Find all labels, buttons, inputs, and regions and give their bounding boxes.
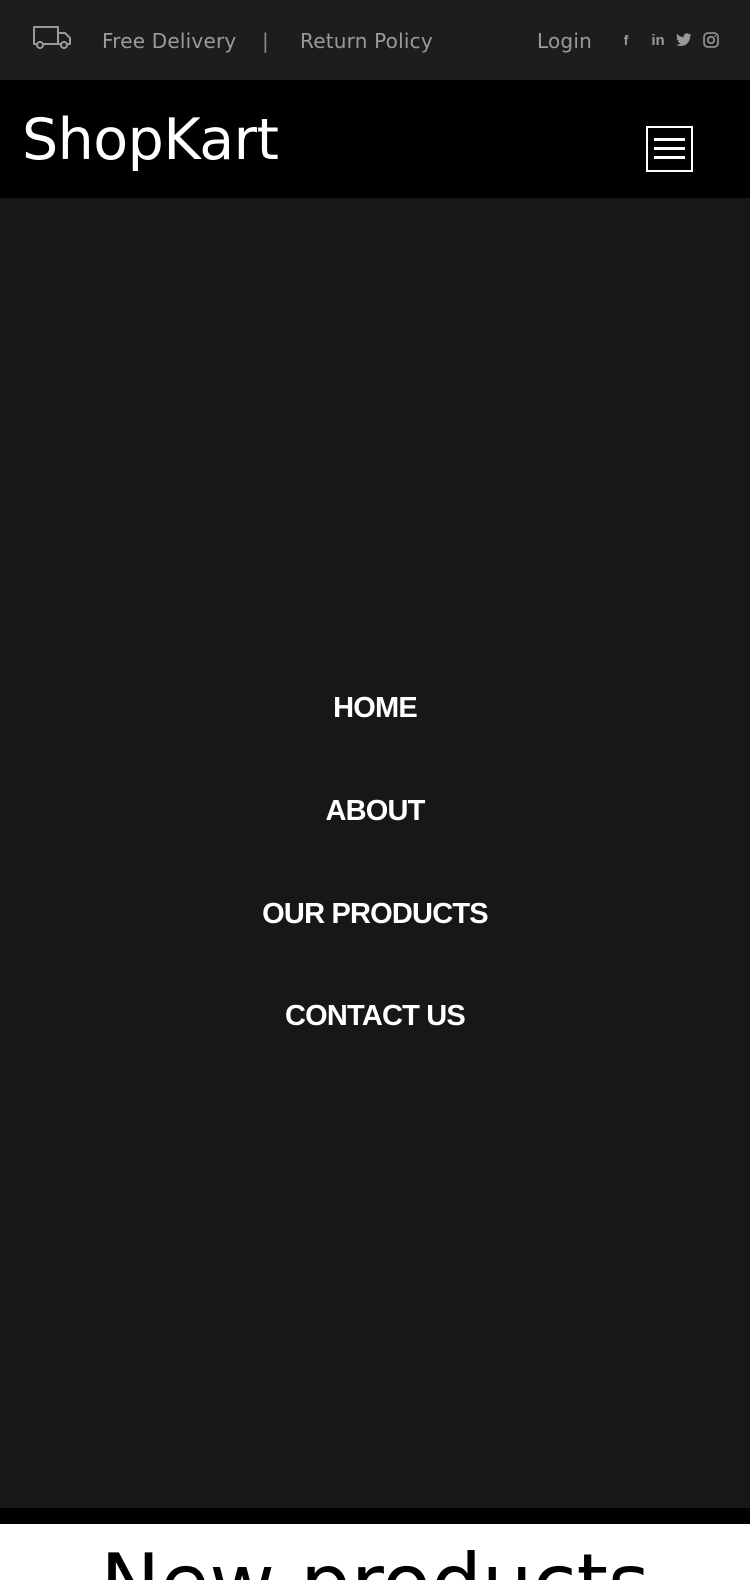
truck-icon (33, 26, 71, 49)
linkedin-icon[interactable]: in (648, 31, 668, 49)
nav-item-about[interactable]: ABOUT (0, 794, 750, 828)
login-link[interactable]: Login (537, 28, 592, 54)
menu-bar-icon (654, 147, 685, 150)
topbar-separator: | (262, 29, 269, 53)
instagram-icon[interactable] (702, 31, 720, 49)
nav-item-our-products[interactable]: OUR PRODUCTS (0, 897, 750, 931)
mobile-nav-overlay (0, 198, 750, 1508)
divider-strip (0, 1508, 750, 1524)
new-products-section: New products (0, 1524, 750, 1580)
free-delivery-link[interactable]: Free Delivery (102, 28, 236, 54)
menu-bar-icon (654, 138, 685, 141)
nav-item-contact-us[interactable]: CONTACT US (0, 999, 750, 1033)
top-info-bar: Free Delivery | Return Policy Login f in (0, 0, 750, 80)
facebook-icon[interactable]: f (621, 31, 631, 49)
return-policy-link[interactable]: Return Policy (300, 28, 433, 54)
nav-item-home[interactable]: HOME (0, 691, 750, 725)
twitter-icon[interactable] (675, 31, 693, 49)
menu-bar-icon (654, 156, 685, 159)
hamburger-menu-button[interactable] (646, 126, 693, 172)
site-logo[interactable]: ShopKart (22, 106, 279, 174)
section-title: New products (0, 1536, 750, 1580)
